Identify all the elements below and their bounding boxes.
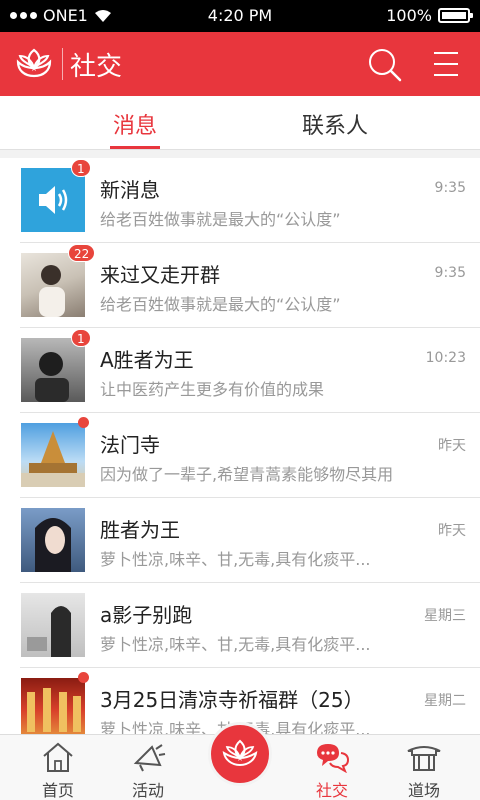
nav-home-label: 首页 — [41, 781, 74, 800]
conversation-preview: 因为做了一辈子,希望青蒿素能够物尽其用 — [100, 465, 394, 484]
conversation-time: 9:35 — [434, 180, 466, 196]
conversation-time: 10:23 — [425, 350, 466, 366]
temple-icon — [407, 746, 441, 771]
pagoda-photo — [21, 431, 85, 487]
conversation-time: 昨天 — [438, 438, 466, 454]
avatar — [21, 508, 85, 572]
list-item[interactable]: a影子别跑 萝卜性凉,味辛、甘,无毒,具有化痰平... 星期三 — [0, 583, 480, 668]
center-lotus-button[interactable] — [208, 722, 272, 786]
conversation-preview: 给老百姓做事就是最大的“公认度” — [100, 210, 341, 229]
unread-badge: 22 — [68, 244, 96, 262]
nav-dojo-label: 道场 — [407, 781, 440, 800]
app-header: 社交 — [0, 32, 480, 96]
conversation-time: 昨天 — [438, 523, 466, 539]
conversation-title: 胜者为王 — [100, 518, 180, 542]
conversation-title: A胜者为王 — [100, 348, 194, 372]
lotus-icon — [222, 739, 258, 767]
conversation-time: 星期三 — [424, 608, 466, 624]
search-icon[interactable] — [364, 44, 404, 84]
avatar-photo — [35, 518, 71, 572]
avatar — [21, 423, 85, 487]
battery-percent: 100% — [386, 6, 432, 25]
nav-social[interactable]: 社交 — [284, 735, 380, 800]
conversation-preview: 给老百姓做事就是最大的“公认度” — [100, 295, 341, 314]
conversation-title: a影子别跑 — [100, 603, 193, 627]
conversation-time: 星期二 — [424, 693, 466, 709]
avatar — [21, 593, 85, 657]
conversation-title: 来过又走开群 — [100, 263, 220, 287]
avatar — [21, 678, 85, 734]
tab-contacts[interactable]: 联系人 — [200, 108, 470, 140]
avatar-photo — [35, 352, 69, 402]
conversation-preview: 萝卜性凉,味辛、甘,无毒,具有化痰平... — [100, 635, 371, 654]
home-icon — [43, 742, 73, 772]
lotus-logo-icon — [16, 48, 52, 78]
nav-home[interactable]: 首页 — [10, 735, 106, 800]
avatar — [21, 253, 85, 317]
page-title: 社交 — [70, 52, 123, 82]
chat-icon — [317, 744, 350, 773]
unread-dot — [78, 672, 89, 683]
list-item[interactable]: 1 A胜者为王 让中医药产生更多有价值的成果 10:23 — [0, 328, 480, 413]
avatar — [21, 338, 85, 402]
unread-badge: 1 — [71, 159, 91, 177]
avatar-photo — [27, 606, 71, 657]
nav-dojo[interactable]: 道场 — [376, 735, 472, 800]
avatar-photo — [39, 265, 65, 317]
conversation-preview: 萝卜性凉,味辛、甘,无毒,具有化痰平... — [100, 550, 371, 569]
list-item[interactable]: 22 来过又走开群 给老百姓做事就是最大的“公认度” 9:35 — [0, 243, 480, 328]
battery-icon — [438, 8, 473, 23]
conversation-time: 9:35 — [434, 265, 466, 281]
list-item[interactable]: 胜者为王 萝卜性凉,味辛、甘,无毒,具有化痰平... 昨天 — [0, 498, 480, 583]
unread-dot — [78, 417, 89, 428]
header-divider — [62, 48, 63, 80]
menu-icon[interactable] — [426, 44, 466, 84]
avatar-photo — [27, 688, 81, 732]
tab-bar: 消息 联系人 — [0, 96, 480, 150]
list-item[interactable]: 法门寺 因为做了一辈子,希望青蒿素能够物尽其用 昨天 — [0, 413, 480, 498]
battery-area: 100% — [386, 6, 473, 25]
status-bar: ONE1 4:20 PM 100% — [0, 0, 480, 32]
nav-activity-label: 活动 — [131, 781, 164, 800]
conversation-title: 法门寺 — [100, 433, 160, 457]
nav-social-label: 社交 — [315, 781, 348, 800]
nav-activity[interactable]: 活动 — [100, 735, 196, 800]
active-tab-indicator — [110, 146, 160, 149]
avatar — [21, 168, 85, 232]
conversation-preview: 让中医药产生更多有价值的成果 — [100, 380, 325, 399]
megaphone-icon — [133, 744, 166, 772]
speaker-icon — [39, 186, 68, 214]
list-item[interactable]: 1 新消息 给老百姓做事就是最大的“公认度” 9:35 — [0, 158, 480, 243]
conversation-title: 3月25日清凉寺祈福群（25） — [100, 688, 364, 712]
message-list: 1 新消息 给老百姓做事就是最大的“公认度” 9:35 22 来过又走开群 给老… — [0, 158, 480, 734]
unread-badge: 1 — [71, 329, 91, 347]
conversation-title: 新消息 — [100, 178, 160, 202]
